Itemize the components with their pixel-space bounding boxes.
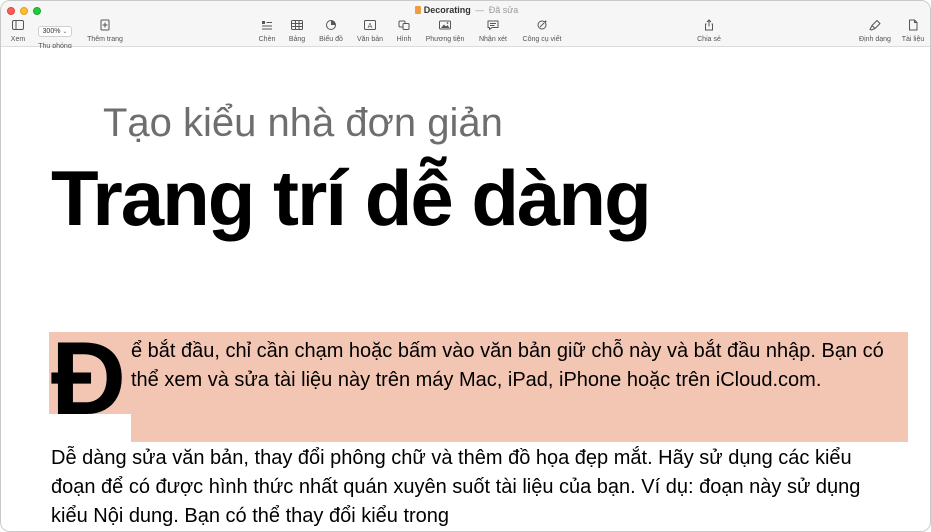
chart-icon <box>324 19 338 31</box>
body-paragraph-2[interactable]: Dễ dàng sửa văn bản, thay đổi phông chữ … <box>51 444 901 531</box>
edited-status: Đã sửa <box>488 5 519 15</box>
zoom-value: 300% <box>42 28 61 35</box>
drop-cap[interactable]: Đ <box>51 324 126 434</box>
document-icon <box>906 19 920 31</box>
window-title: Decorating — Đã sửa <box>1 4 930 16</box>
toolbar: Decorating — Đã sửa Xem 300% ⌄ Thu phóng… <box>1 1 930 50</box>
document-label: Tài liệu <box>901 36 925 43</box>
comment-icon <box>486 19 500 31</box>
add-page-icon <box>98 19 112 31</box>
sidebar-icon <box>11 19 25 31</box>
media-icon <box>438 19 452 31</box>
pages-window: Decorating — Đã sửa Xem 300% ⌄ Thu phóng… <box>0 0 931 532</box>
writing-tools-icon <box>535 19 549 31</box>
writing-tools-label: Công cụ viết <box>522 36 562 43</box>
document-proxy-icon[interactable] <box>414 6 421 14</box>
zoom-select[interactable]: 300% ⌄ <box>37 26 73 37</box>
add-page-button[interactable]: Thêm trang <box>75 19 135 44</box>
svg-text:A: A <box>368 23 373 30</box>
document-title[interactable]: Trang trí dễ dàng <box>51 153 652 243</box>
document-subtitle[interactable]: Tạo kiểu nhà đơn giản <box>103 100 503 146</box>
document-button[interactable]: Tài liệu <box>883 19 930 44</box>
chevron-down-icon: ⌄ <box>62 29 68 35</box>
format-brush-icon <box>868 19 882 31</box>
document-name[interactable]: Decorating <box>424 5 471 15</box>
add-page-label: Thêm trang <box>87 36 123 43</box>
shape-icon <box>397 19 411 31</box>
document-canvas[interactable]: Tạo kiểu nhà đơn giản Trang trí dễ dàng … <box>1 48 930 531</box>
writing-tools-button[interactable]: Công cụ viết <box>512 19 572 44</box>
share-button[interactable]: Chia sẻ <box>679 19 739 44</box>
body-paragraph-1[interactable]: ể bắt đầu, chỉ cần chạm hoặc bấm vào văn… <box>131 337 911 395</box>
share-icon <box>702 19 716 31</box>
title-separator: — <box>475 5 485 15</box>
share-label: Chia sẻ <box>697 36 721 43</box>
